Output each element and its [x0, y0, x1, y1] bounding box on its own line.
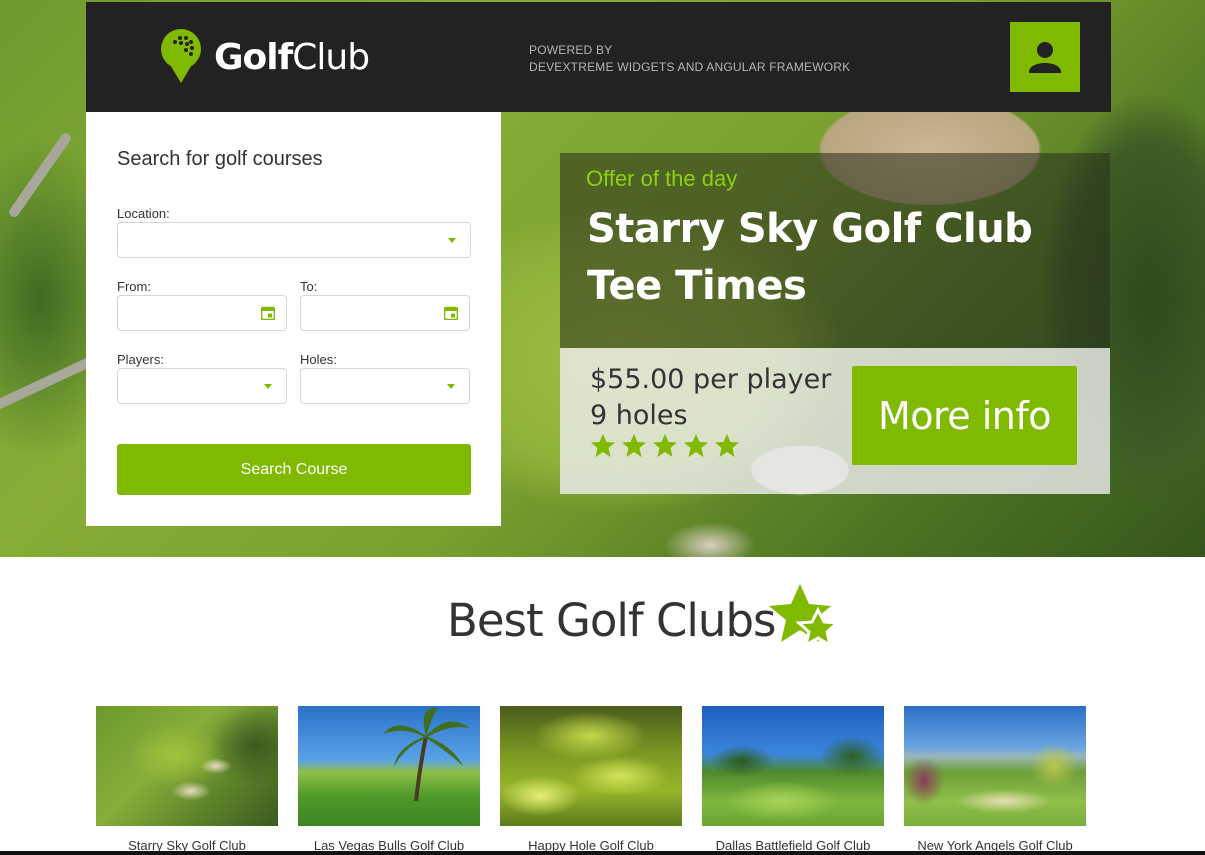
club-photo: [500, 706, 682, 826]
offer-header: Offer of the day Starry Sky Golf Club Te…: [560, 153, 1110, 348]
logo[interactable]: GolfClub: [160, 28, 370, 86]
double-star-icon: [769, 584, 841, 649]
calendar-icon[interactable]: [261, 306, 275, 320]
players-select[interactable]: [117, 368, 287, 404]
club-photo: [702, 706, 884, 826]
players-label: Players:: [117, 352, 164, 367]
location-select[interactable]: [117, 222, 471, 258]
club-photo: [298, 706, 480, 826]
search-panel: Search for golf courses Location: From: …: [86, 112, 501, 526]
chevron-down-icon: [448, 238, 456, 243]
best-clubs-list: Starry Sky Golf Club Las Vegas Bulls Gol…: [96, 706, 1086, 855]
club-photo: [904, 706, 1086, 826]
star-icon: [715, 434, 739, 457]
star-icon: [622, 434, 646, 457]
club-card[interactable]: New York Angels Golf Club: [904, 706, 1086, 853]
powered-line-1: POWERED BY: [529, 43, 613, 57]
palm-tree-image: [383, 707, 470, 802]
from-date-field[interactable]: [117, 295, 287, 331]
from-label: From:: [117, 279, 151, 294]
powered-by-text: POWERED BY DEVEXTREME WIDGETS AND ANGULA…: [529, 42, 850, 76]
club-card[interactable]: Dallas Battlefield Golf Club: [702, 706, 884, 853]
bottom-border: [0, 851, 1205, 855]
star-icon: [684, 434, 708, 457]
calendar-icon[interactable]: [444, 306, 458, 320]
search-course-button[interactable]: Search Course: [117, 444, 471, 495]
offer-details: $55.00 per player 9 holes More info: [560, 348, 1110, 494]
chevron-down-icon: [264, 384, 272, 389]
rating-stars: [590, 433, 740, 459]
top-header: GolfClub POWERED BY DEVEXTREME WIDGETS A…: [86, 2, 1111, 112]
search-title: Search for golf courses: [117, 148, 323, 170]
powered-line-2: DEVEXTREME WIDGETS AND ANGULAR FRAMEWORK: [529, 60, 851, 74]
more-info-button[interactable]: More info: [852, 366, 1077, 465]
club-card[interactable]: Las Vegas Bulls Golf Club: [298, 706, 480, 853]
golf-ball-pin-icon: [161, 29, 201, 83]
best-clubs-title: Best Golf Clubs: [447, 594, 776, 647]
to-label: To:: [300, 279, 318, 294]
best-clubs-heading: Best Golf Clubs: [0, 584, 1205, 660]
user-account-button[interactable]: [1010, 22, 1080, 92]
club-card[interactable]: Happy Hole Golf Club: [500, 706, 682, 853]
offer-title: Starry Sky Golf Club Tee Times: [587, 206, 1033, 309]
chevron-down-icon: [447, 384, 455, 389]
to-date-field[interactable]: [300, 295, 470, 331]
cart-path: [0, 355, 97, 415]
location-label: Location:: [117, 206, 170, 221]
offer-price: $55.00 per player: [590, 364, 832, 395]
cart-path: [7, 131, 73, 219]
user-icon: [1029, 42, 1061, 73]
offer-label: Offer of the day: [586, 166, 738, 191]
club-card[interactable]: Starry Sky Golf Club: [96, 706, 278, 853]
holes-select[interactable]: [300, 368, 470, 404]
holes-label: Holes:: [300, 352, 337, 367]
star-icon: [653, 434, 677, 457]
logo-text: GolfClub: [214, 36, 370, 78]
star-icon: [591, 434, 615, 457]
offer-holes: 9 holes: [590, 400, 688, 431]
club-photo: [96, 706, 278, 826]
